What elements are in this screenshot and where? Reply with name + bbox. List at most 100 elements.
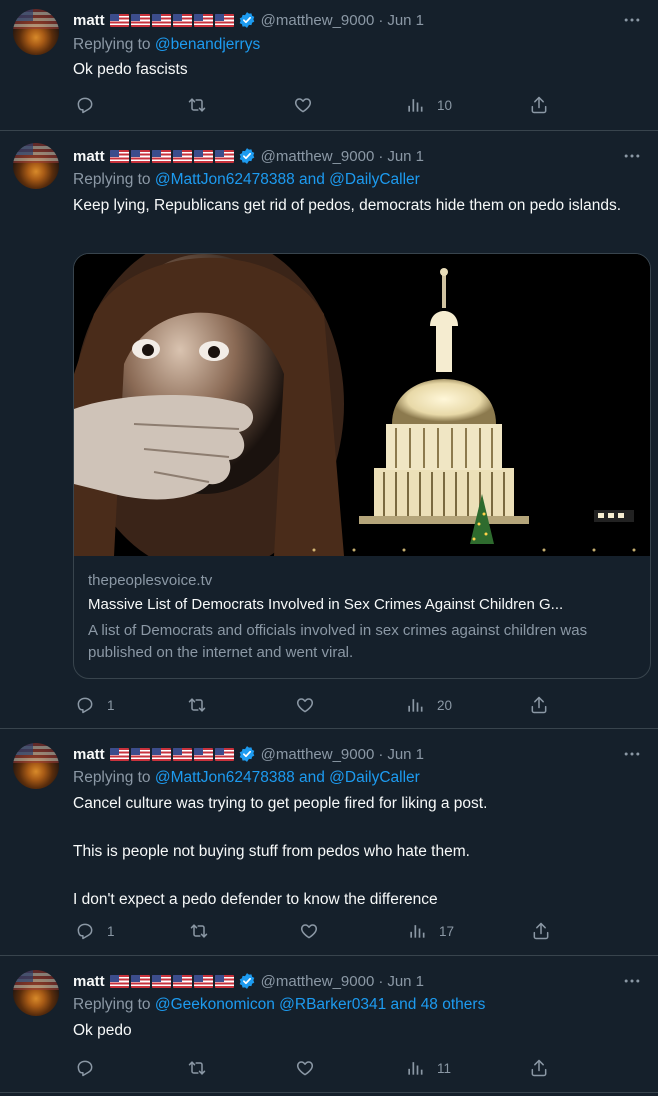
views-icon xyxy=(405,95,425,115)
retweet-icon xyxy=(187,1058,207,1078)
replying-to-label: Replying to xyxy=(73,769,155,786)
replying-to: Replying to @Geekonomicon @RBarker0341 a… xyxy=(73,996,485,1014)
replying-to-link[interactable]: @benandjerrys xyxy=(155,36,260,53)
tweet[interactable]: matt @matthew_9000 · Jun 1 Replying to @… xyxy=(0,956,658,1093)
author-name[interactable]: matt xyxy=(73,746,105,763)
verified-badge-icon xyxy=(238,972,256,990)
tweet-date[interactable]: Jun 1 xyxy=(387,148,424,165)
tweet[interactable]: matt @matthew_9000 · Jun 1 Replying to @… xyxy=(0,0,658,131)
share-icon xyxy=(529,1058,549,1078)
avatar[interactable] xyxy=(13,143,59,189)
tweet[interactable]: matt @matthew_9000 · Jun 1 Replying to @… xyxy=(0,131,658,729)
tweet-text: Keep lying, Republicans get rid of pedos… xyxy=(73,197,622,214)
views-button[interactable]: 17 xyxy=(407,920,454,942)
more-icon[interactable] xyxy=(622,10,642,30)
views-count: 20 xyxy=(437,697,453,713)
tweet-header: matt @matthew_9000 · Jun 1 xyxy=(73,743,424,765)
reply-button[interactable] xyxy=(75,94,107,116)
share-button[interactable] xyxy=(529,694,549,716)
author-name[interactable]: matt xyxy=(73,148,105,165)
reply-icon xyxy=(75,921,95,941)
views-icon xyxy=(405,695,425,715)
action-bar: 10 xyxy=(73,94,553,116)
share-button[interactable] xyxy=(529,94,549,116)
avatar[interactable] xyxy=(13,970,59,1016)
verified-badge-icon xyxy=(238,11,256,29)
reply-button[interactable]: 1 xyxy=(75,694,115,716)
author-name[interactable]: matt xyxy=(73,973,105,990)
separator-dot: · xyxy=(378,745,384,763)
replying-to-label: Replying to xyxy=(73,171,155,188)
replying-to: Replying to @MattJon62478388 and @DailyC… xyxy=(73,171,420,189)
reply-button[interactable] xyxy=(75,1057,107,1079)
more-icon[interactable] xyxy=(622,744,642,764)
link-card-description: A list of Democrats and officials involv… xyxy=(88,622,588,661)
replying-to: Replying to @benandjerrys xyxy=(73,36,260,54)
flag-emojis xyxy=(109,13,234,27)
action-bar: 1 20 xyxy=(73,694,553,716)
tweet-date[interactable]: Jun 1 xyxy=(387,746,424,763)
reply-icon xyxy=(75,695,95,715)
views-button[interactable]: 20 xyxy=(405,694,452,716)
share-button[interactable] xyxy=(531,920,551,942)
tweet[interactable]: matt @matthew_9000 · Jun 1 Replying to @… xyxy=(0,729,658,956)
reply-icon xyxy=(75,1058,95,1078)
share-button[interactable] xyxy=(529,1057,549,1079)
like-button[interactable] xyxy=(295,694,315,716)
like-button[interactable] xyxy=(295,1057,315,1079)
views-count: 17 xyxy=(439,923,455,939)
verified-badge-icon xyxy=(238,147,256,165)
tweet-date[interactable]: Jun 1 xyxy=(387,12,424,29)
views-button[interactable]: 11 xyxy=(405,1057,451,1079)
action-bar: 1 17 xyxy=(73,920,553,942)
share-icon xyxy=(531,921,551,941)
views-icon xyxy=(407,921,427,941)
retweet-button[interactable] xyxy=(189,920,209,942)
avatar[interactable] xyxy=(13,743,59,789)
link-card[interactable]: thepeoplesvoice.tv Massive List of Democ… xyxy=(73,253,651,679)
tweet-text: Ok pedo xyxy=(73,1022,132,1039)
link-card-domain[interactable]: thepeoplesvoice.tv xyxy=(88,572,212,589)
author-handle[interactable]: @matthew_9000 xyxy=(261,148,375,165)
more-icon[interactable] xyxy=(622,146,642,166)
retweet-button[interactable] xyxy=(187,694,207,716)
separator-dot: · xyxy=(378,147,384,165)
author-handle[interactable]: @matthew_9000 xyxy=(261,973,375,990)
like-button[interactable] xyxy=(293,94,313,116)
author-name[interactable]: matt xyxy=(73,12,105,29)
separator-dot: · xyxy=(378,972,384,990)
views-count: 10 xyxy=(437,97,453,113)
link-card-image[interactable] xyxy=(74,254,650,556)
retweet-icon xyxy=(187,95,207,115)
replying-to-label: Replying to xyxy=(73,996,155,1013)
replying-to-link[interactable]: @MattJon62478388 and @DailyCaller xyxy=(155,769,420,786)
author-handle[interactable]: @matthew_9000 xyxy=(261,12,375,29)
retweet-icon xyxy=(189,921,209,941)
retweet-button[interactable] xyxy=(187,94,207,116)
flag-emojis xyxy=(109,149,234,163)
views-icon xyxy=(405,1058,425,1078)
separator-dot: · xyxy=(378,11,384,29)
retweet-icon xyxy=(187,695,207,715)
replying-to-link[interactable]: @Geekonomicon @RBarker0341 and 48 others xyxy=(155,996,485,1013)
reply-icon xyxy=(75,95,95,115)
like-icon xyxy=(295,1058,315,1078)
avatar[interactable] xyxy=(13,9,59,55)
share-icon xyxy=(529,695,549,715)
link-card-title[interactable]: Massive List of Democrats Involved in Se… xyxy=(88,596,643,613)
replying-to-link[interactable]: @MattJon62478388 and @DailyCaller xyxy=(155,171,420,188)
tweet-text: Cancel culture was trying to get people … xyxy=(73,795,488,908)
views-button[interactable]: 10 xyxy=(405,94,452,116)
flag-emojis xyxy=(109,974,234,988)
replying-to: Replying to @MattJon62478388 and @DailyC… xyxy=(73,769,420,787)
tweet-date[interactable]: Jun 1 xyxy=(387,973,424,990)
retweet-button[interactable] xyxy=(187,1057,207,1079)
more-icon[interactable] xyxy=(622,971,642,991)
reply-count: 1 xyxy=(107,923,115,939)
like-icon xyxy=(295,695,315,715)
action-bar: 11 xyxy=(73,1057,553,1079)
flag-emojis xyxy=(109,747,234,761)
like-button[interactable] xyxy=(299,920,319,942)
reply-button[interactable]: 1 xyxy=(75,920,115,942)
author-handle[interactable]: @matthew_9000 xyxy=(261,746,375,763)
